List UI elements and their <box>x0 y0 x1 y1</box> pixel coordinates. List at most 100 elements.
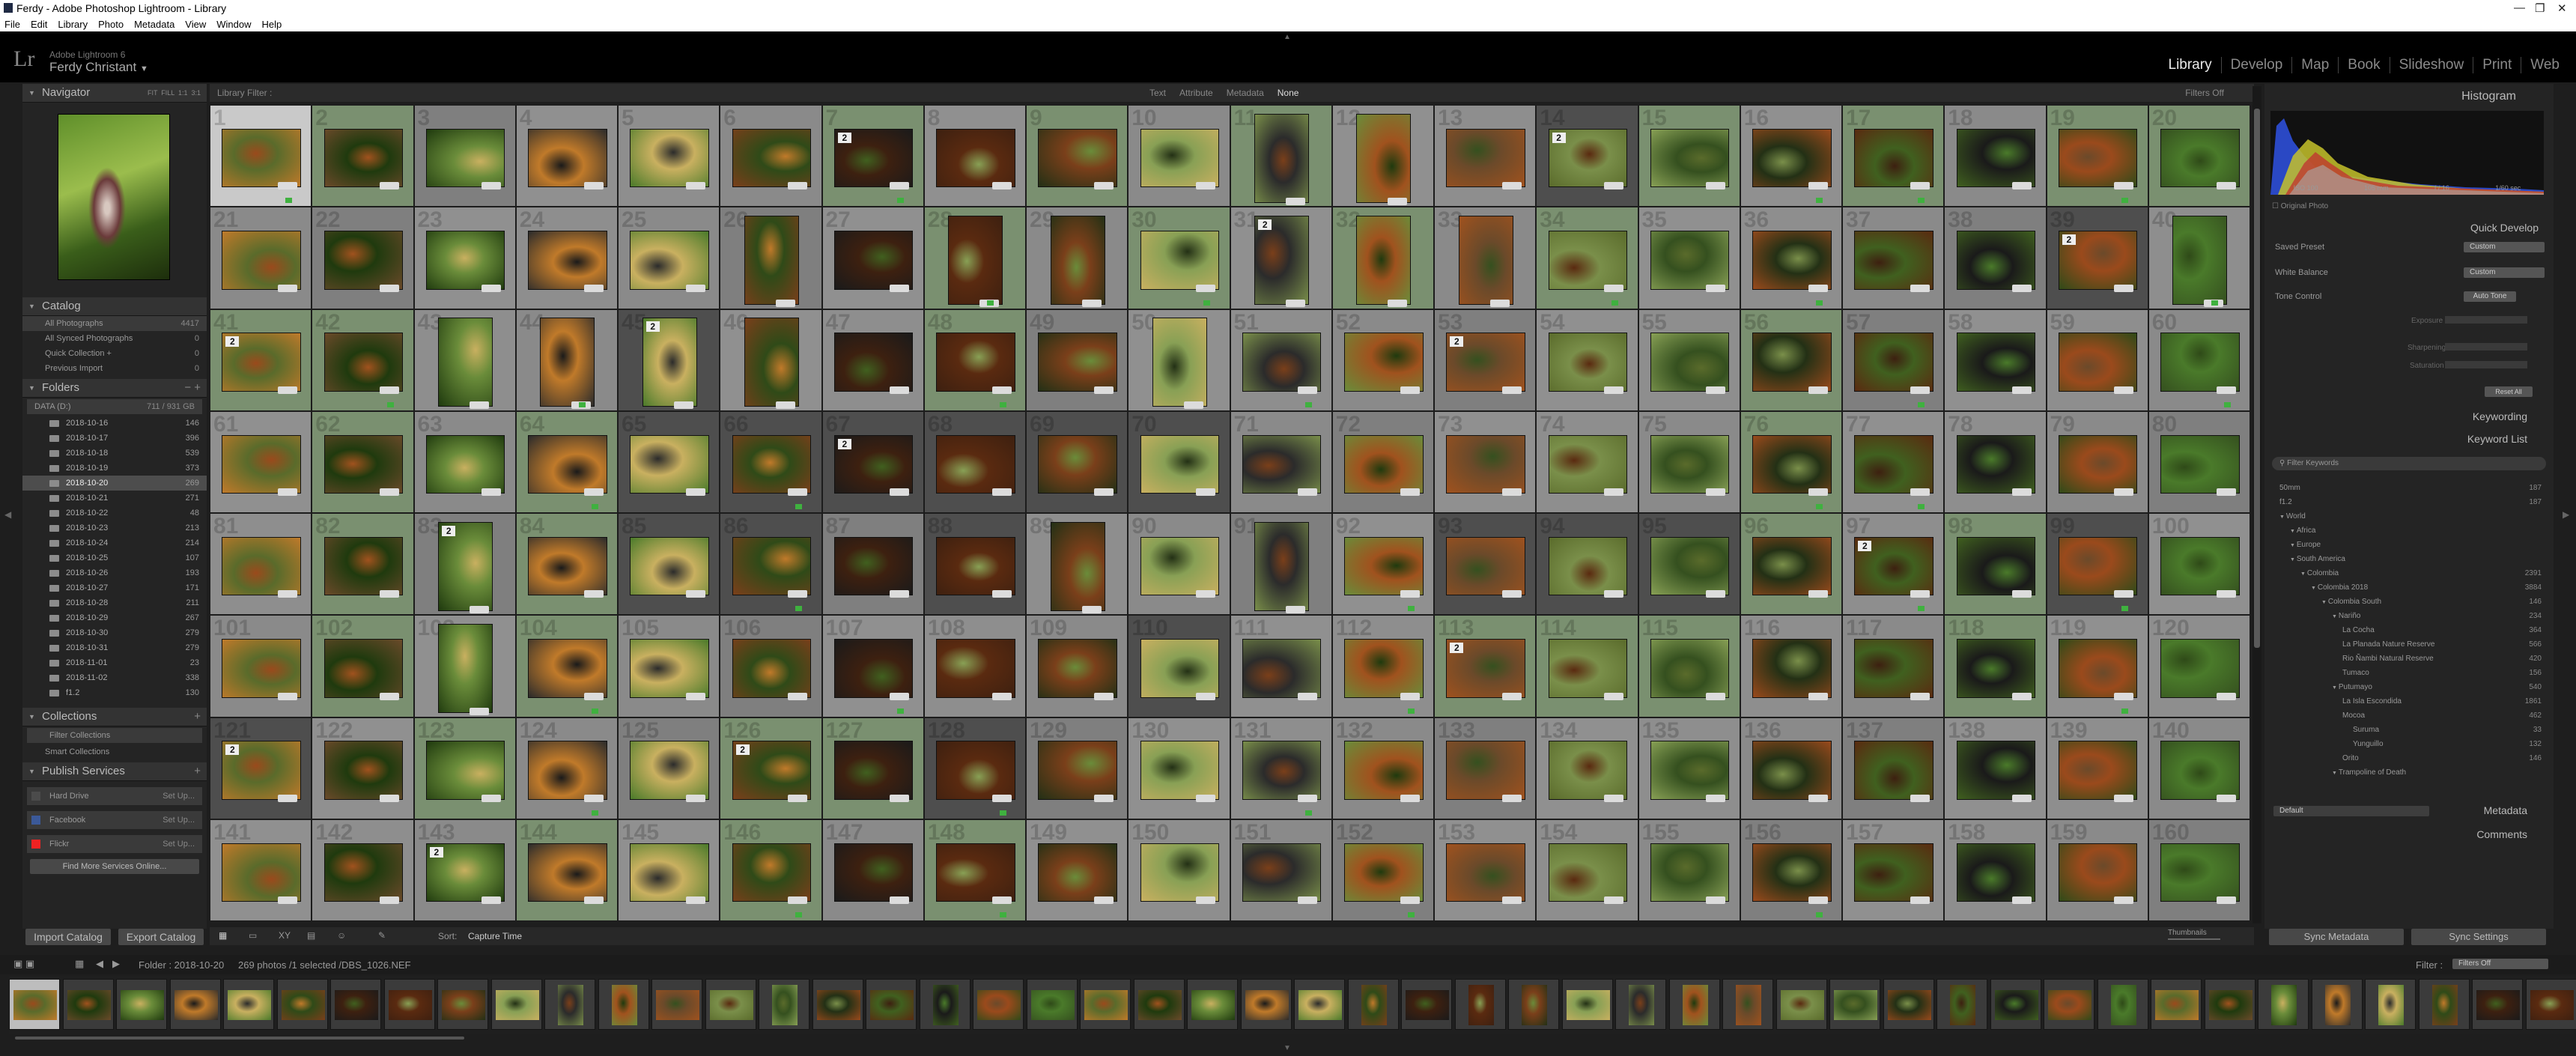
grid-cell[interactable]: 64 <box>515 410 618 513</box>
stack-count-badge[interactable]: 2 <box>2062 234 2076 246</box>
photo-thumbnail[interactable] <box>426 741 505 799</box>
photo-thumbnail[interactable] <box>1039 843 1117 902</box>
grid-cell[interactable]: 92 <box>1331 513 1434 616</box>
grid-cell[interactable]: 96 <box>1740 513 1842 616</box>
thumbnail-badges[interactable] <box>788 182 808 190</box>
grid-cell[interactable]: 125 <box>618 717 720 819</box>
photo-thumbnail[interactable] <box>631 741 708 799</box>
photo-thumbnail[interactable] <box>1345 435 1423 494</box>
photo-thumbnail[interactable] <box>732 640 811 697</box>
thumbnail-badges[interactable] <box>1604 182 1624 190</box>
pick-flag-icon[interactable] <box>999 912 1006 917</box>
filmstrip-scrollbar[interactable] <box>15 1037 464 1040</box>
filmstrip-thumbnail[interactable] <box>1883 979 1934 1030</box>
grid-cell[interactable]: 149 <box>1026 819 1128 921</box>
thumbnail-badges[interactable] <box>1706 488 1726 497</box>
menu-edit[interactable]: Edit <box>31 19 47 30</box>
grid-cell[interactable]: 152 <box>1331 819 1434 921</box>
thumbnail-badges[interactable] <box>1196 182 1216 190</box>
grid-cell[interactable]: 123 <box>413 717 516 819</box>
grid-cell[interactable]: 138 <box>1944 717 2047 819</box>
thumbnail-badges[interactable] <box>1910 386 1930 394</box>
thumbnail-badges[interactable] <box>685 284 705 292</box>
pick-flag-icon[interactable] <box>897 708 905 714</box>
stack-count-badge[interactable]: 2 <box>225 744 240 756</box>
filmstrip-filter-dropdown[interactable]: Filters Off <box>2452 959 2548 969</box>
filmstrip-folder[interactable]: Folder : 2018-10-20 <box>139 959 224 971</box>
filmstrip-thumbnail[interactable] <box>1668 979 1720 1030</box>
grid-cell[interactable]: 83 2 <box>413 513 516 616</box>
white-balance-dropdown[interactable]: Custom <box>2464 267 2545 278</box>
filmstrip-thumbnail[interactable] <box>2097 979 2148 1030</box>
grid-cell[interactable]: 139 <box>2046 717 2148 819</box>
grid-cell[interactable]: 57 <box>1842 309 1945 411</box>
photo-thumbnail[interactable] <box>1140 537 1219 595</box>
filmstrip-thumbnail[interactable] <box>116 979 167 1030</box>
grid-cell[interactable]: 48 <box>923 309 1026 411</box>
grid-cell[interactable]: 105 <box>618 615 720 717</box>
thumbnail-badges[interactable] <box>482 896 502 905</box>
thumbnail-badges[interactable] <box>470 605 490 613</box>
grid-cell[interactable]: 33 <box>1434 207 1537 309</box>
filmstrip-thumbnail[interactable] <box>2418 979 2470 1030</box>
thumbnail-badges[interactable] <box>1196 794 1216 802</box>
grid-cell[interactable]: 51 <box>1230 309 1332 411</box>
pick-flag-icon[interactable] <box>591 708 598 714</box>
grid-cell[interactable]: 26 <box>720 207 822 309</box>
thumbnail-badges[interactable] <box>775 401 795 410</box>
expand-arrow-icon[interactable]: ▼ <box>2290 557 2297 562</box>
thumbnail-badges[interactable] <box>1706 896 1726 905</box>
photo-thumbnail[interactable] <box>1855 435 1933 494</box>
thumbnail-badges[interactable] <box>1286 605 1306 613</box>
filmstrip-thumbnail[interactable] <box>1080 979 1131 1030</box>
filmstrip-thumbnail[interactable] <box>1347 979 1399 1030</box>
thumbnail-badges[interactable] <box>2012 182 2032 190</box>
grid-cell[interactable]: 104 <box>515 615 618 717</box>
filmstrip-thumbnail[interactable] <box>276 979 328 1030</box>
histogram-header[interactable]: Histogram <box>2291 90 2516 103</box>
filmstrip-thumbnail[interactable] <box>1615 979 1666 1030</box>
photo-thumbnail[interactable] <box>2059 640 2137 697</box>
pick-flag-icon[interactable] <box>1611 300 1619 306</box>
photo-thumbnail[interactable] <box>834 333 913 391</box>
thumbnail-badges[interactable] <box>1196 590 1216 598</box>
stack-count-badge[interactable]: 2 <box>429 846 443 858</box>
find-more-services-button[interactable]: Find More Services Online... <box>30 859 199 874</box>
photo-thumbnail[interactable] <box>529 843 607 902</box>
photo-thumbnail[interactable] <box>1753 435 1831 494</box>
photo-thumbnail[interactable] <box>324 333 403 391</box>
thumbnail-badges[interactable] <box>1093 488 1114 497</box>
comments-header[interactable]: Comments <box>2291 828 2527 840</box>
filmstrip-thumbnail[interactable] <box>1508 979 1559 1030</box>
grid-cell[interactable]: 156 <box>1740 819 1842 921</box>
photo-thumbnail[interactable] <box>1140 231 1219 289</box>
stack-count-badge[interactable]: 2 <box>1858 540 1872 551</box>
thumbnail-badges[interactable] <box>890 284 910 292</box>
thumbnail-badges[interactable] <box>2114 182 2134 190</box>
photo-thumbnail[interactable] <box>2161 741 2239 799</box>
thumbnail-badges[interactable] <box>1501 794 1522 802</box>
thumbnail-badges[interactable] <box>1489 299 1510 307</box>
grid-cell[interactable]: 53 2 <box>1434 309 1537 411</box>
photo-thumbnail[interactable] <box>1242 843 1321 902</box>
filmstrip-thumbnail[interactable] <box>9 979 60 1030</box>
photo-thumbnail[interactable] <box>2161 435 2239 494</box>
photo-thumbnail[interactable] <box>1152 318 1206 407</box>
pick-flag-icon[interactable] <box>1203 300 1211 306</box>
pick-flag-icon[interactable] <box>1917 606 1925 612</box>
menu-file[interactable]: File <box>4 19 20 30</box>
menu-window[interactable]: Window <box>216 19 251 30</box>
folder-item[interactable]: 2018-10-26 193 <box>22 565 207 580</box>
catalog-item[interactable]: All Synced Photographs 0 <box>22 331 207 346</box>
grid-cell[interactable]: 23 <box>413 207 516 309</box>
pick-flag-icon[interactable] <box>1815 504 1823 509</box>
grid-cell[interactable]: 128 <box>923 717 1026 819</box>
thumbnail-badges[interactable] <box>673 401 693 410</box>
thumbnail-badges[interactable] <box>2114 488 2134 497</box>
photo-thumbnail[interactable] <box>732 537 811 595</box>
top-panel-toggle-icon[interactable]: ▲ <box>1284 33 1291 41</box>
filmstrip-thumbnail[interactable] <box>2204 979 2255 1030</box>
stack-count-badge[interactable]: 2 <box>1552 132 1566 143</box>
folder-item[interactable]: 2018-10-17 396 <box>22 431 207 446</box>
folder-item[interactable]: 2018-11-01 23 <box>22 655 207 670</box>
